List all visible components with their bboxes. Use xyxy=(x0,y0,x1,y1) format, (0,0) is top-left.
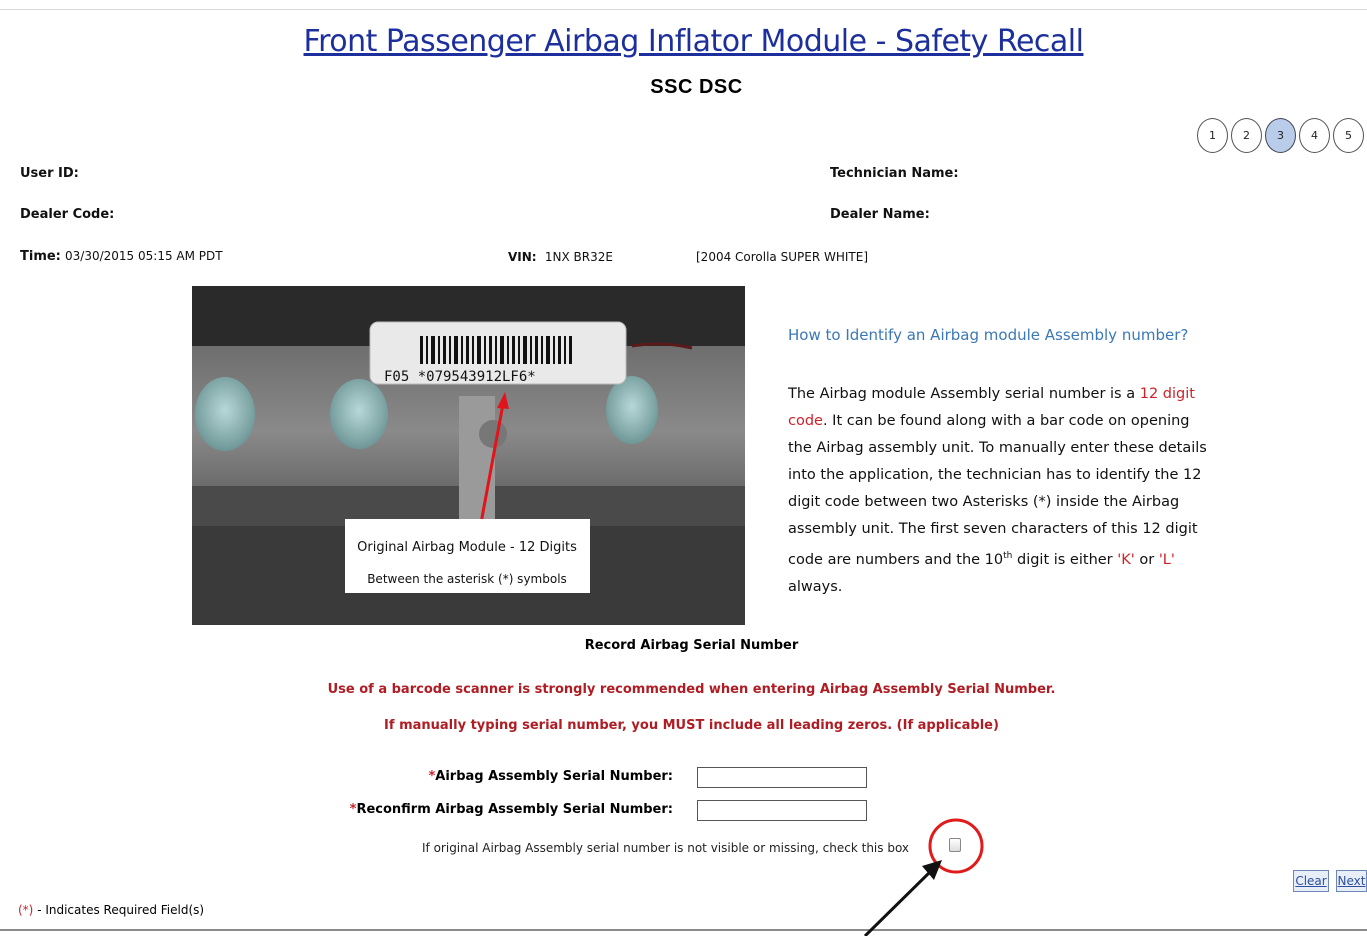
dealer-code-label: Dealer Code: xyxy=(20,207,115,222)
next-button[interactable]: Next xyxy=(1336,870,1367,892)
svg-text:F05 *079543912LF6*: F05 *079543912LF6* xyxy=(384,369,536,385)
pointer-arrow-icon xyxy=(863,860,942,936)
reconfirm-serial-input[interactable] xyxy=(697,800,867,821)
page-title[interactable]: Front Passenger Airbag Inflator Module -… xyxy=(0,24,1367,59)
required-field-legend: (*) - Indicates Required Field(s) xyxy=(18,903,205,917)
top-border xyxy=(0,9,1367,10)
airbag-photo-illustration: F05 *079543912LF6* Original Airbag Modul… xyxy=(192,286,745,625)
missing-serial-checkbox[interactable] xyxy=(949,838,961,852)
scanner-warning: Use of a barcode scanner is strongly rec… xyxy=(327,682,1056,697)
time-field: Time: 03/30/2015 05:15 AM PDT xyxy=(20,249,223,264)
clear-button[interactable]: Clear xyxy=(1293,870,1329,892)
step-indicator: 1 2 3 4 5 xyxy=(1197,118,1364,153)
user-id-label: User ID: xyxy=(20,166,79,181)
leading-zeros-warning: If manually typing serial number, you MU… xyxy=(384,718,999,733)
serial-number-label: *Airbag Assembly Serial Number: xyxy=(428,769,673,784)
serial-number-input[interactable] xyxy=(697,767,867,788)
photo-caption-line2: Between the asterisk (*) symbols xyxy=(367,572,567,586)
page-subtitle: SSC DSC xyxy=(650,76,743,98)
step-4[interactable]: 4 xyxy=(1299,118,1330,153)
time-value: 03/30/2015 05:15 AM PDT xyxy=(65,249,223,263)
step-2[interactable]: 2 xyxy=(1231,118,1262,153)
reconfirm-serial-label: *Reconfirm Airbag Assembly Serial Number… xyxy=(349,802,673,817)
dealer-name-label: Dealer Name: xyxy=(830,207,930,222)
technician-name-label: Technician Name: xyxy=(830,166,959,181)
photo-caption-line1: Original Airbag Module - 12 Digits xyxy=(357,540,577,555)
info-title: How to Identify an Airbag module Assembl… xyxy=(788,326,1189,344)
vin-value: 1NX BR32E xyxy=(544,250,613,264)
missing-serial-note: If original Airbag Assembly serial numbe… xyxy=(422,841,910,855)
vehicle-description: [2004 Corolla SUPER WHITE] xyxy=(696,250,868,264)
section-title: Record Airbag Serial Number xyxy=(584,638,799,653)
step-1[interactable]: 1 xyxy=(1197,118,1228,153)
airbag-module-photo: F05 *079543912LF6* Original Airbag Modul… xyxy=(192,286,745,625)
bottom-border xyxy=(0,929,1367,931)
info-body: The Airbag module Assembly serial number… xyxy=(788,386,1207,595)
step-5[interactable]: 5 xyxy=(1333,118,1364,153)
step-3[interactable]: 3 xyxy=(1265,118,1296,153)
vin-field: VIN: 1NX BR32E xyxy=(508,250,613,264)
